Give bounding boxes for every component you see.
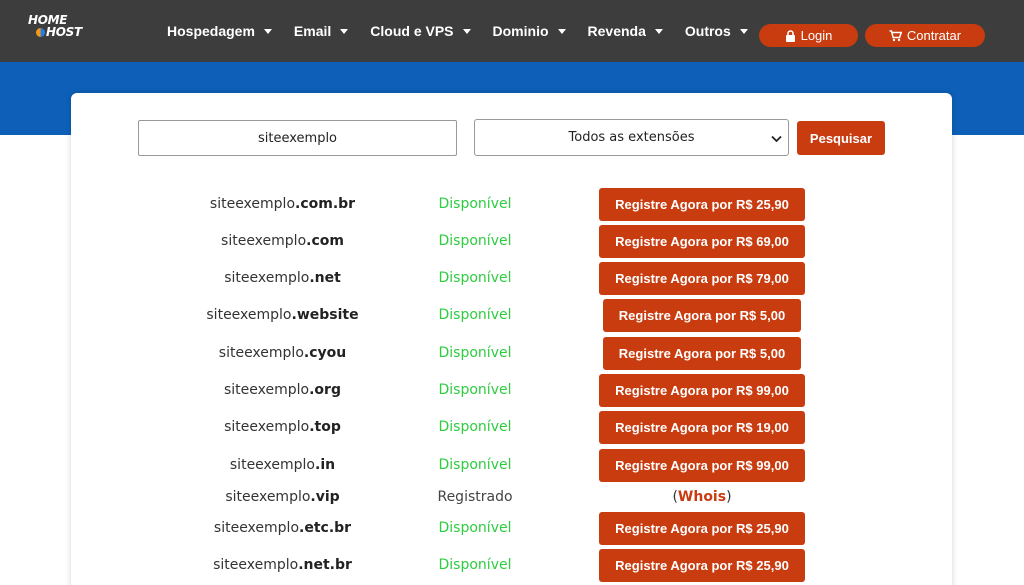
caret-down-icon bbox=[557, 28, 566, 34]
main-menu: Hospedagem Email Cloud e VPS Dominio Rev… bbox=[167, 0, 770, 62]
nav-label: Hospedagem bbox=[167, 23, 255, 39]
nav-label: Dominio bbox=[492, 23, 549, 39]
register-button[interactable]: Registre Agora por R$ 99,00 bbox=[599, 449, 805, 482]
logo-text-bottom: HOST bbox=[46, 25, 82, 39]
nav-label: Email bbox=[293, 23, 332, 39]
search-button[interactable]: Pesquisar bbox=[797, 121, 885, 155]
register-button[interactable]: Registre Agora por R$ 69,00 bbox=[599, 225, 805, 258]
cart-icon bbox=[889, 29, 902, 42]
login-label: Login bbox=[800, 28, 833, 43]
nav-item-dominio[interactable]: Dominio bbox=[493, 23, 566, 39]
extension-select-value: Todos as extensões bbox=[568, 130, 695, 145]
domain-search-card bbox=[71, 93, 952, 585]
caret-down-icon bbox=[340, 28, 349, 34]
chevron-down-icon bbox=[771, 132, 782, 147]
domain-search-input[interactable] bbox=[138, 120, 457, 156]
register-button[interactable]: Registre Agora por R$ 25,90 bbox=[599, 549, 805, 582]
register-button[interactable]: Registre Agora por R$ 25,90 bbox=[599, 512, 805, 545]
nav-item-email[interactable]: Email bbox=[293, 23, 349, 39]
register-button[interactable]: Registre Agora por R$ 5,00 bbox=[603, 299, 801, 332]
nav-label: Cloud e VPS bbox=[370, 23, 454, 39]
caret-down-icon bbox=[462, 28, 471, 34]
nav-item-cloud-vps[interactable]: Cloud e VPS bbox=[370, 23, 471, 39]
register-button[interactable]: Registre Agora por R$ 79,00 bbox=[599, 262, 805, 295]
register-button[interactable]: Registre Agora por R$ 5,00 bbox=[603, 337, 801, 370]
logo-mark-icon bbox=[36, 28, 45, 37]
register-button[interactable]: Registre Agora por R$ 25,90 bbox=[599, 188, 805, 221]
contratar-button[interactable]: Contratar bbox=[865, 24, 985, 47]
nav-label: Revenda bbox=[587, 23, 646, 39]
register-button[interactable]: Registre Agora por R$ 99,00 bbox=[599, 374, 805, 407]
whois-link[interactable]: Whois bbox=[678, 489, 726, 505]
caret-down-icon bbox=[263, 28, 272, 34]
contratar-label: Contratar bbox=[906, 28, 962, 43]
login-button[interactable]: Login bbox=[759, 24, 858, 47]
nav-item-outros[interactable]: Outros bbox=[685, 23, 748, 39]
top-navigation-bar: HOME HOST Hospedagem Email Cloud e VPS D… bbox=[0, 0, 1024, 62]
nav-item-revenda[interactable]: Revenda bbox=[588, 23, 663, 39]
nav-item-hospedagem[interactable]: Hospedagem bbox=[167, 23, 272, 39]
extension-select[interactable]: Todos as extensões bbox=[474, 119, 789, 156]
caret-down-icon bbox=[739, 28, 748, 34]
lock-icon bbox=[785, 29, 796, 42]
caret-down-icon bbox=[654, 28, 663, 34]
nav-label: Outros bbox=[684, 23, 731, 39]
homehost-logo[interactable]: HOME HOST bbox=[28, 14, 98, 44]
register-button[interactable]: Registre Agora por R$ 19,00 bbox=[599, 411, 805, 444]
